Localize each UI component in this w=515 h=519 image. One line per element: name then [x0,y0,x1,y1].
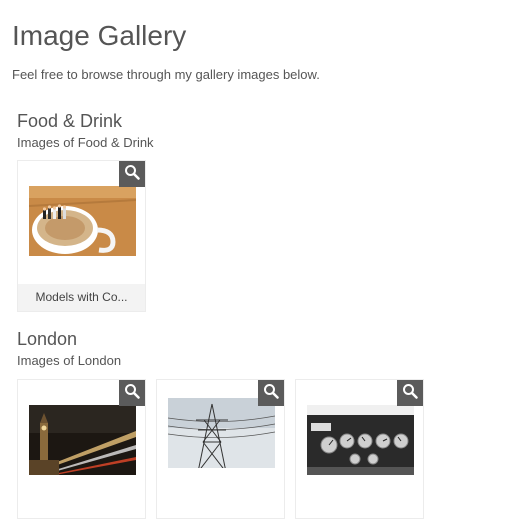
category-subtitle-food-drink: Images of Food & Drink [17,135,154,150]
page-title: Image Gallery [12,20,187,51]
gallery-caption: Models with Co... [18,284,145,311]
gallery-card-coffee[interactable]: Models with Co... [17,160,146,312]
category-title-london: London [17,329,78,349]
zoom-button[interactable] [119,161,145,187]
gallery-card-big-ben[interactable] [17,379,146,519]
gallery-thumbnail[interactable] [29,186,136,256]
category-title-food-drink: Food & Drink [17,111,123,131]
gallery-card-dashboard[interactable] [295,379,424,519]
magnifier-icon [124,383,140,404]
zoom-button[interactable] [397,380,423,406]
magnifier-icon [263,383,279,404]
gallery-thumbnail[interactable] [29,405,136,475]
gallery-thumbnail[interactable] [168,398,275,468]
category-subtitle-london: Images of London [17,353,122,368]
magnifier-icon [124,164,140,185]
zoom-button[interactable] [258,380,284,406]
magnifier-icon [402,383,418,404]
zoom-button[interactable] [119,380,145,406]
gallery-card-pylon[interactable] [156,379,285,519]
page-intro: Feel free to browse through my gallery i… [12,67,320,82]
gallery-thumbnail[interactable] [307,405,414,475]
